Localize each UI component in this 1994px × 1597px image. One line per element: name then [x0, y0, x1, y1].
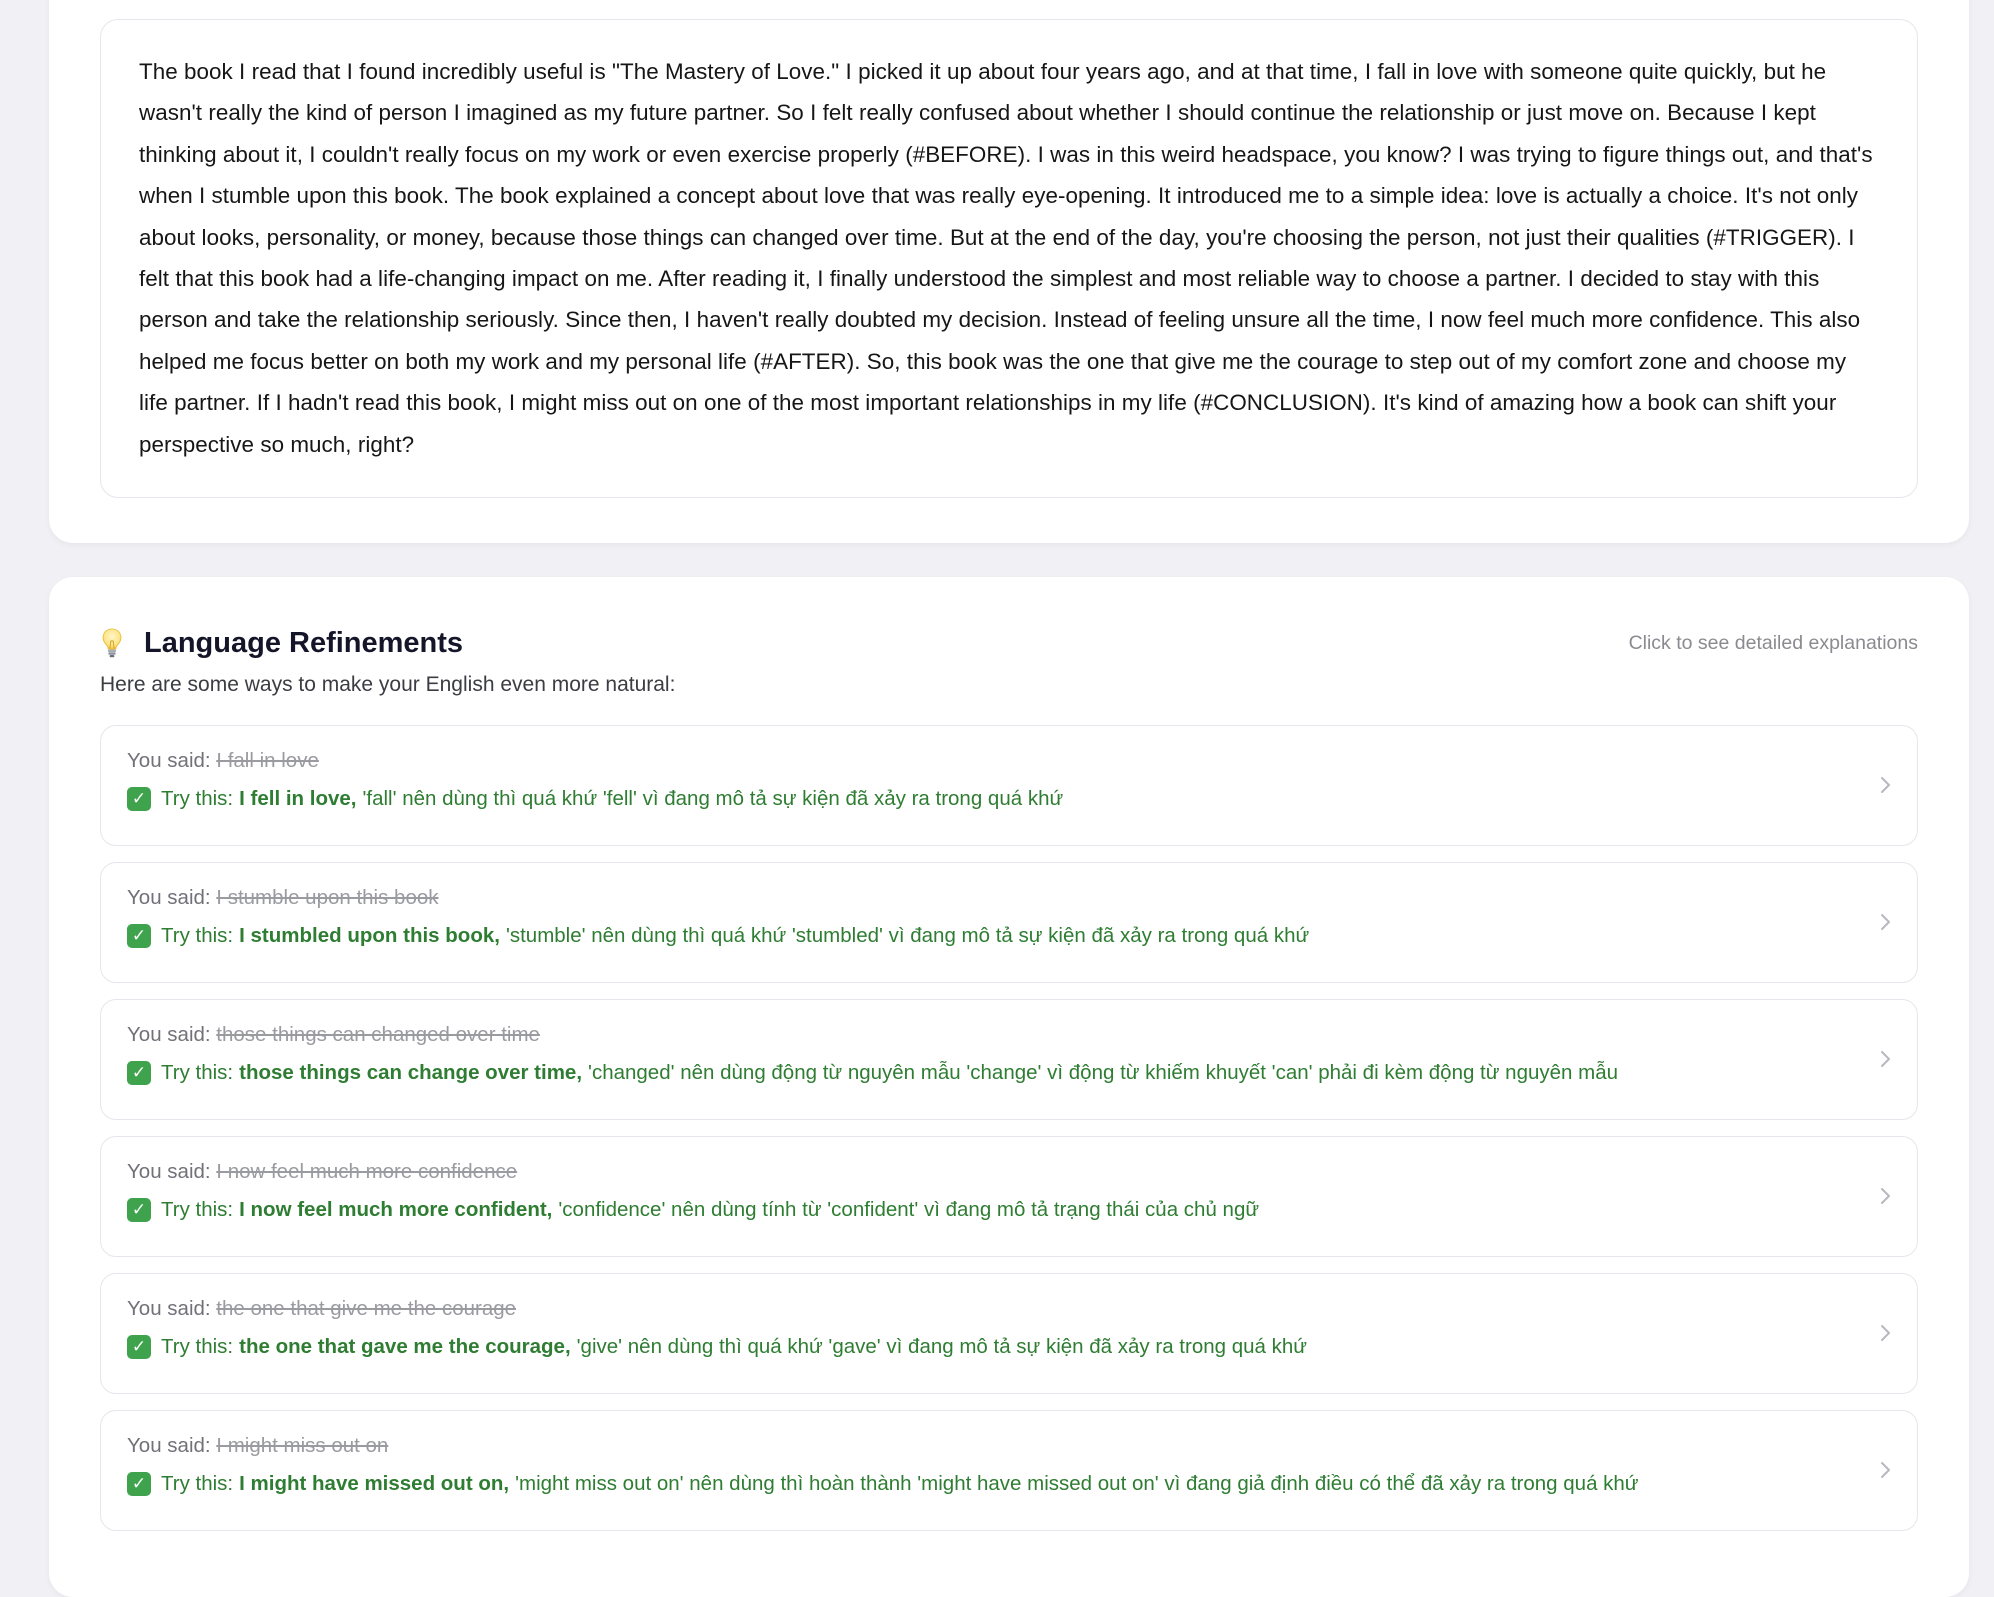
original-phrase: the one that give me the courage [216, 1297, 517, 1320]
original-phrase: I stumble upon this book [216, 886, 439, 909]
you-said-label: You said: [127, 1297, 211, 1320]
refinements-header: Language Refinements Click to see detail… [100, 623, 1918, 663]
you-said-label: You said: [127, 1023, 211, 1046]
you-said-label: You said: [127, 1434, 211, 1457]
refinement-item[interactable]: You said: those things can changed over … [100, 999, 1918, 1120]
chevron-right-icon[interactable] [1879, 909, 1893, 935]
refinement-item[interactable]: You said: I stumble upon this book ✓ Try… [100, 862, 1918, 983]
you-said-line: You said: I stumble upon this book [127, 884, 1857, 912]
corrected-phrase: I now feel much more confident, [239, 1198, 553, 1221]
try-this-line: ✓ Try this: I fell in love, 'fall' nên d… [127, 784, 1857, 814]
refinement-item[interactable]: You said: I now feel much more confidenc… [100, 1136, 1918, 1257]
chevron-right-icon[interactable] [1879, 1046, 1893, 1072]
try-this-line: ✓ Try this: I might have missed out on, … [127, 1469, 1857, 1499]
try-this-label: Try this: [161, 924, 234, 947]
you-said-label: You said: [127, 886, 211, 909]
chevron-right-icon[interactable] [1879, 1457, 1893, 1483]
refinement-item[interactable]: You said: I fall in love ✓ Try this: I f… [100, 725, 1918, 846]
check-icon: ✓ [127, 787, 151, 811]
try-this-line: ✓ Try this: the one that gave me the cou… [127, 1332, 1857, 1362]
refinement-item[interactable]: You said: I might miss out on ✓ Try this… [100, 1410, 1918, 1531]
corrected-phrase: the one that gave me the courage, [239, 1335, 571, 1358]
try-this-label: Try this: [161, 1472, 234, 1495]
correction-explanation: 'confidence' nên dùng tính từ 'confident… [558, 1198, 1260, 1221]
you-said-line: You said: the one that give me the coura… [127, 1295, 1857, 1323]
corrected-phrase: those things can change over time, [239, 1061, 583, 1084]
you-said-line: You said: I fall in love [127, 747, 1857, 775]
you-said-line: You said: those things can changed over … [127, 1021, 1857, 1049]
chevron-right-icon[interactable] [1879, 772, 1893, 798]
try-this-label: Try this: [161, 1198, 234, 1221]
check-icon: ✓ [127, 1061, 151, 1085]
transcript-text: The book I read that I found incredibly … [139, 59, 1873, 457]
transcript-box: The book I read that I found incredibly … [100, 19, 1918, 498]
you-said-label: You said: [127, 749, 211, 772]
refinement-list: You said: I fall in love ✓ Try this: I f… [100, 725, 1918, 1547]
you-said-line: You said: I might miss out on [127, 1432, 1857, 1460]
corrected-phrase: I stumbled upon this book, [239, 924, 500, 947]
try-this-label: Try this: [161, 1335, 234, 1358]
try-this-line: ✓ Try this: I stumbled upon this book, '… [127, 921, 1857, 951]
original-phrase: I now feel much more confidence [216, 1160, 518, 1183]
correction-explanation: 'might miss out on' nên dùng thì hoàn th… [515, 1472, 1639, 1495]
try-this-line: ✓ Try this: those things can change over… [127, 1058, 1857, 1088]
try-this-label: Try this: [161, 787, 234, 810]
you-said-label: You said: [127, 1160, 211, 1183]
correction-explanation: 'fall' nên dùng thì quá khứ 'fell' vì đa… [362, 787, 1064, 810]
section-subtitle: Here are some ways to make your English … [100, 673, 676, 696]
check-icon: ✓ [127, 1472, 151, 1496]
details-hint: Click to see detailed explanations [1628, 632, 1918, 654]
original-phrase: I fall in love [216, 749, 319, 772]
chevron-right-icon[interactable] [1879, 1320, 1893, 1346]
check-icon: ✓ [127, 1198, 151, 1222]
correction-explanation: 'stumble' nên dùng thì quá khứ 'stumbled… [505, 924, 1310, 947]
corrected-phrase: I fell in love, [239, 787, 357, 810]
check-icon: ✓ [127, 924, 151, 948]
refinement-item[interactable]: You said: the one that give me the coura… [100, 1273, 1918, 1394]
try-this-line: ✓ Try this: I now feel much more confide… [127, 1195, 1857, 1225]
lightbulb-icon [102, 628, 122, 658]
correction-explanation: 'changed' nên dùng động từ nguyên mẫu 'c… [588, 1061, 1619, 1084]
original-phrase: I might miss out on [216, 1434, 389, 1457]
refinements-card: Language Refinements Click to see detail… [49, 577, 1969, 1597]
chevron-right-icon[interactable] [1879, 1183, 1893, 1209]
corrected-phrase: I might have missed out on, [239, 1472, 510, 1495]
correction-explanation: 'give' nên dùng thì quá khứ 'gave' vì đa… [576, 1335, 1307, 1358]
transcript-card: The book I read that I found incredibly … [49, 0, 1969, 543]
original-phrase: those things can changed over time [216, 1023, 540, 1046]
check-icon: ✓ [127, 1335, 151, 1359]
try-this-label: Try this: [161, 1061, 234, 1084]
you-said-line: You said: I now feel much more confidenc… [127, 1158, 1857, 1186]
section-title: Language Refinements [144, 627, 464, 659]
